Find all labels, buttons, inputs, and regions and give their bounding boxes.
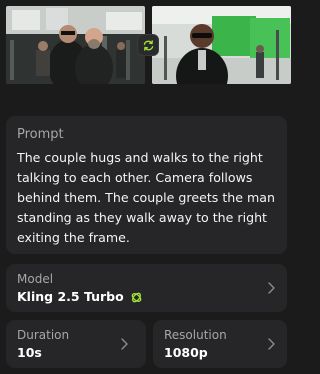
resolution-selector[interactable]: Resolution 1080p: [153, 320, 287, 368]
source-image: [6, 6, 145, 84]
prompt-label: Prompt: [17, 127, 64, 142]
model-selector[interactable]: Model Kling 2.5 Turbo: [6, 264, 287, 312]
swap-images-button[interactable]: [137, 34, 159, 56]
duration-selector[interactable]: Duration 10s: [6, 320, 146, 368]
chevron-right-icon: [121, 338, 128, 350]
image-strip: [0, 0, 293, 90]
model-label: Model: [17, 272, 54, 286]
model-value: Kling 2.5 Turbo: [17, 289, 124, 304]
chevron-right-icon: [268, 338, 275, 350]
prompt-card[interactable]: Prompt The couple hugs and walks to the …: [6, 116, 287, 254]
target-image: [152, 6, 291, 84]
prompt-text: The couple hugs and walks to the right t…: [17, 150, 275, 245]
resolution-value: 1080p: [164, 345, 208, 360]
target-image-thumbnail[interactable]: [152, 6, 291, 84]
duration-value: 10s: [17, 345, 42, 360]
swap-arrows-icon: [143, 39, 153, 51]
resolution-label: Resolution: [164, 328, 227, 342]
duration-label: Duration: [17, 328, 70, 342]
model-badge-icon: [131, 292, 142, 302]
chevron-right-icon: [268, 282, 275, 294]
source-image-thumbnail[interactable]: [6, 6, 145, 84]
model-value-row: Kling 2.5 Turbo: [17, 289, 276, 305]
